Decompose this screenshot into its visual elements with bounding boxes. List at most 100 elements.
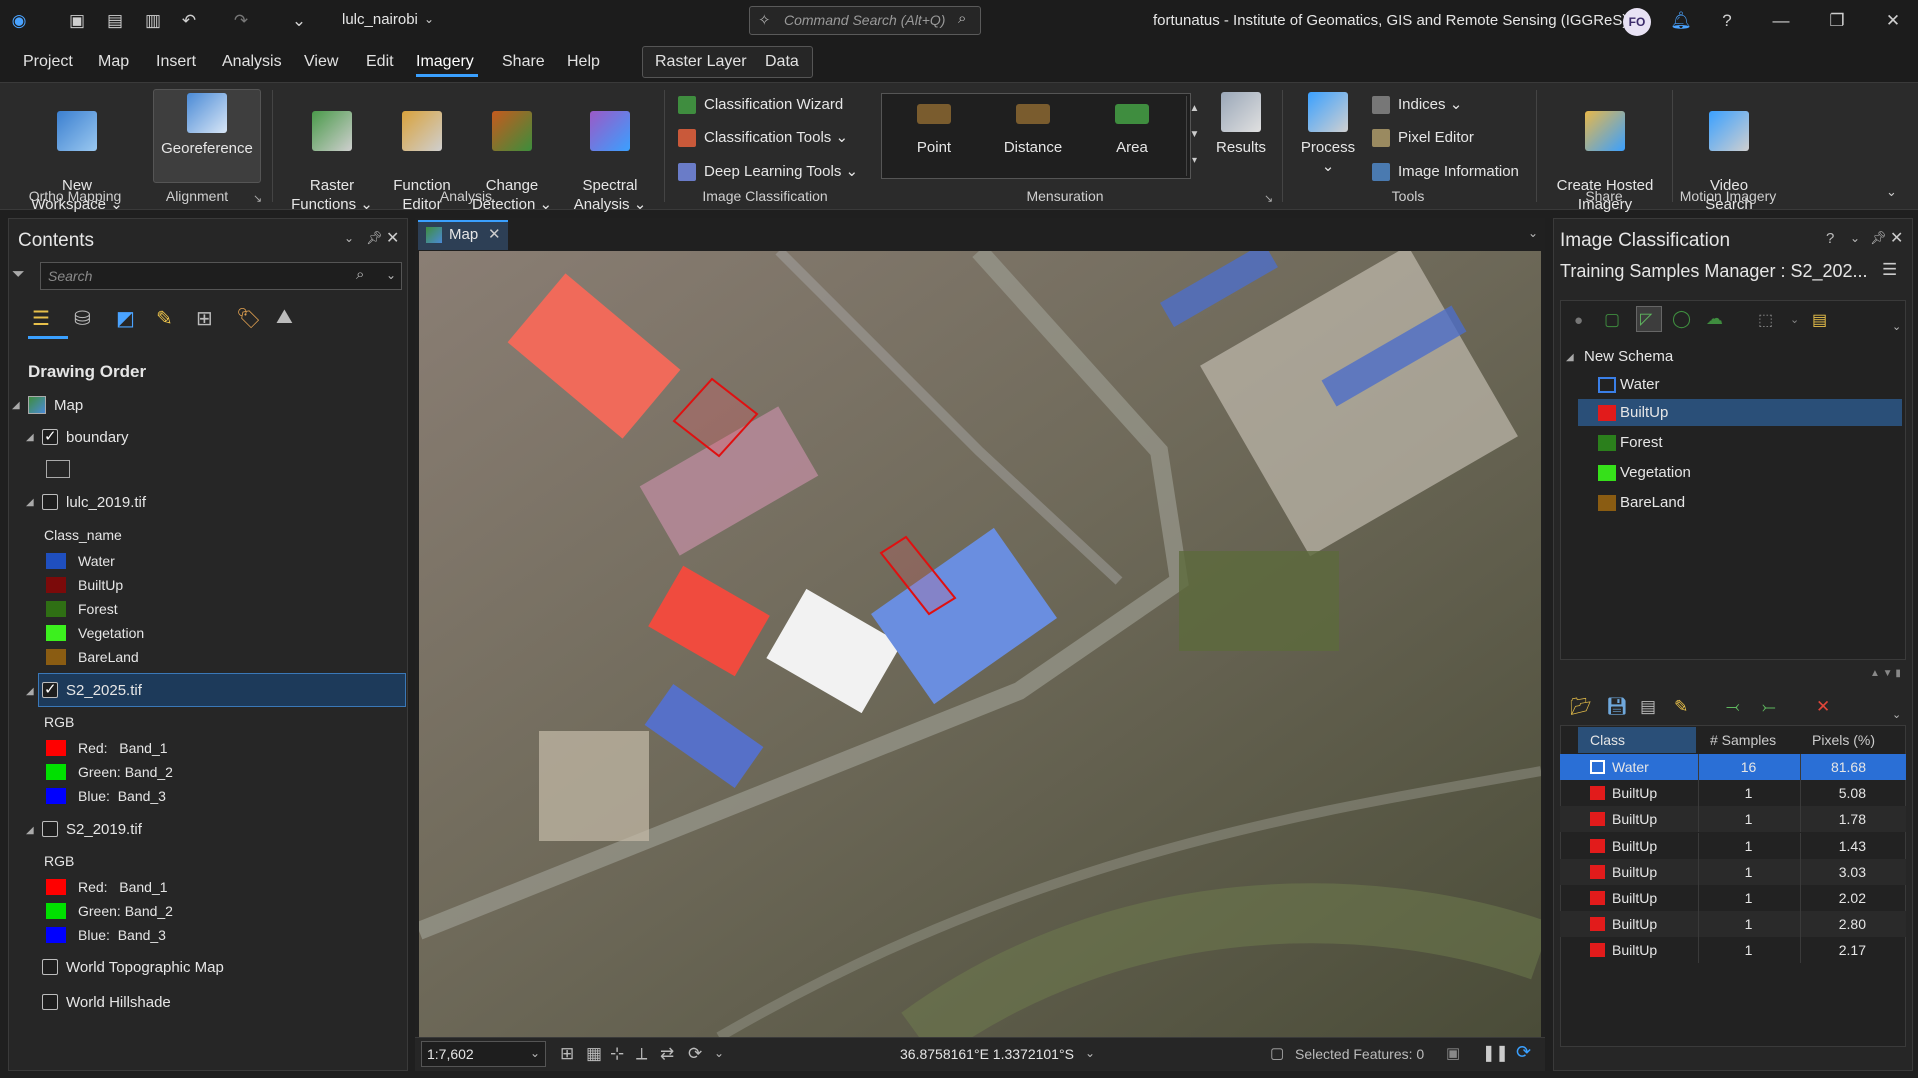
schema-builtup-swatch[interactable] [1598, 405, 1616, 421]
gallery-scroll[interactable]: ▲ ▼ ▾ [1186, 96, 1202, 176]
open-project-icon[interactable]: ▤ [104, 10, 126, 32]
table-row[interactable]: BuiltUp 1 2.02 [1560, 885, 1906, 911]
distance-button[interactable]: Distance [998, 104, 1068, 157]
refresh-view-icon[interactable]: ⟳ [688, 1044, 702, 1064]
refresh-icon[interactable]: ⟳ [1516, 1042, 1531, 1063]
mensuration-launcher-icon[interactable]: ↘ [1264, 192, 1273, 205]
menu-imagery[interactable]: Imagery [416, 53, 474, 71]
menu-edit[interactable]: Edit [366, 53, 394, 71]
constraints-icon[interactable]: ⟂ [636, 1044, 647, 1064]
menu-analysis[interactable]: Analysis [222, 53, 282, 71]
grid-icon[interactable]: ⊞ [560, 1044, 574, 1064]
world-hillshade-checkbox[interactable] [42, 994, 58, 1010]
table-row[interactable]: Water 16 81.68 [1560, 754, 1906, 780]
boundary-symbol[interactable] [46, 460, 70, 478]
close-icon[interactable]: ✕ [1882, 10, 1904, 32]
redo-icon[interactable]: ↷ [230, 10, 252, 32]
close-pane-icon[interactable]: ✕ [386, 228, 399, 248]
list-by-labeling-icon[interactable]: 🏷︎ [236, 306, 261, 331]
undo-icon[interactable]: ↶ [178, 10, 200, 32]
table-row[interactable]: BuiltUp 1 1.43 [1560, 832, 1906, 859]
pause-drawing-icon[interactable]: ❚❚ [1482, 1043, 1509, 1063]
deep-learning-tools-button[interactable]: Deep Learning Tools ⌄ [678, 161, 858, 183]
expand-boundary-icon[interactable]: ◢ [26, 432, 34, 443]
image-information-button[interactable]: Image Information [1372, 161, 1519, 183]
pin-icon[interactable]: 📌︎ [1870, 230, 1887, 246]
water-swatch[interactable] [46, 553, 66, 569]
save-project-icon[interactable]: ▥ [142, 10, 164, 32]
table-row[interactable]: BuiltUp 1 3.03 [1560, 858, 1906, 885]
table-row[interactable]: BuiltUp 1 1.78 [1560, 806, 1906, 833]
raster-functions-button[interactable]: Raster Functions ⌄ [284, 92, 380, 214]
split-samples-icon[interactable]: ⤚ [1762, 697, 1776, 717]
scale-dropdown-icon[interactable]: ⌄ [530, 1046, 540, 1060]
schema-class-builtup[interactable]: BuiltUp [1620, 404, 1668, 421]
schema-class-vegetation[interactable]: Vegetation [1620, 464, 1691, 481]
menu-raster-layer[interactable]: Raster Layer [655, 53, 747, 71]
edit-samples-icon[interactable]: ✎ [1674, 697, 1688, 717]
schema-properties-icon[interactable]: ▤ [1812, 310, 1827, 330]
forest-swatch[interactable] [46, 601, 66, 617]
circle-tool-icon[interactable]: ◯ [1672, 309, 1691, 329]
schema-class-water[interactable]: Water [1620, 376, 1659, 393]
list-by-drawing-order-icon[interactable]: ☰ [32, 306, 50, 331]
restore-icon[interactable]: ❐ [1826, 10, 1848, 32]
vegetation-swatch[interactable] [46, 625, 66, 641]
indices-button[interactable]: Indices ⌄ [1372, 94, 1462, 116]
customize-toolbar-icon[interactable]: ⌄ [288, 10, 310, 32]
header-class[interactable]: Class [1578, 727, 1696, 753]
boundary-checkbox[interactable] [42, 427, 58, 445]
expand-schema-icon[interactable]: ◢ [1566, 352, 1574, 363]
spectral-analysis-button[interactable]: Spectral Analysis ⌄ [562, 92, 658, 214]
close-pane-icon[interactable]: ✕ [1890, 228, 1903, 248]
delete-samples-icon[interactable]: ✕ [1816, 697, 1830, 717]
schema-class-bareland[interactable]: BareLand [1620, 494, 1685, 511]
map-canvas[interactable] [419, 251, 1541, 1037]
header-samples[interactable]: # Samples [1698, 727, 1798, 753]
filter-icon[interactable]: ⏷ [12, 266, 25, 284]
map-tab-options-icon[interactable]: ⌄ [1528, 226, 1538, 240]
world-topo-layer[interactable]: World Topographic Map [66, 959, 224, 976]
results-button[interactable]: Results [1208, 92, 1274, 157]
search-icon[interactable]: ⌕ [958, 10, 966, 27]
schema-forest-swatch[interactable] [1598, 435, 1616, 451]
new-project-icon[interactable]: ▣ [66, 10, 88, 32]
contents-search-input[interactable] [40, 262, 402, 290]
table-icon[interactable]: ▦ [586, 1044, 602, 1064]
list-by-editing-icon[interactable]: ✎ [156, 306, 173, 331]
table-overflow-icon[interactable]: ⌄ [1892, 708, 1901, 721]
header-pixels[interactable]: Pixels (%) [1800, 727, 1900, 753]
bareland-swatch[interactable] [46, 649, 66, 665]
list-by-selection-icon[interactable]: ◩ [116, 306, 135, 331]
help-icon[interactable]: ? [1826, 230, 1834, 247]
world-hillshade-layer[interactable]: World Hillshade [66, 994, 171, 1011]
schema-bareland-swatch[interactable] [1598, 495, 1616, 511]
notifications-icon[interactable]: 🔔︎ [1670, 10, 1692, 32]
merge-samples-icon[interactable]: ⤙ [1726, 697, 1740, 717]
table-row[interactable]: BuiltUp 1 2.17 [1560, 937, 1906, 964]
search-options-icon[interactable]: ⌄ [386, 268, 396, 282]
menu-share[interactable]: Share [502, 53, 545, 71]
minimize-icon[interactable]: — [1770, 10, 1792, 32]
schema-class-forest[interactable]: Forest [1620, 434, 1663, 451]
select-segment-icon[interactable]: ⬚ [1758, 310, 1773, 330]
schema-vegetation-swatch[interactable] [1598, 465, 1616, 481]
pixel-editor-button[interactable]: Pixel Editor [1372, 127, 1474, 149]
search-icon[interactable]: ⌕ [356, 266, 364, 283]
coordinates-format-icon[interactable]: ⌄ [1085, 1046, 1095, 1060]
segment-dropdown-icon[interactable]: ⌄ [1790, 313, 1799, 326]
menu-project[interactable]: Project [23, 53, 73, 71]
area-button[interactable]: Area [1098, 104, 1166, 157]
lulc-checkbox[interactable] [42, 494, 58, 510]
help-icon[interactable]: ? [1716, 10, 1738, 32]
point-button[interactable]: Point [900, 104, 968, 157]
navigate-icon[interactable]: ⇄ [660, 1044, 674, 1064]
clear-selection-icon[interactable]: ▣ [1446, 1044, 1460, 1062]
expand-s2-2019-icon[interactable]: ◢ [26, 825, 34, 836]
table-row[interactable]: BuiltUp 1 5.08 [1560, 780, 1906, 807]
menu-view[interactable]: View [304, 53, 338, 71]
menu-map[interactable]: Map [98, 53, 129, 71]
expand-lulc-icon[interactable]: ◢ [26, 497, 34, 508]
rectangle-tool-icon[interactable]: ▢ [1604, 310, 1620, 330]
classification-tools-button[interactable]: Classification Tools ⌄ [678, 127, 848, 149]
